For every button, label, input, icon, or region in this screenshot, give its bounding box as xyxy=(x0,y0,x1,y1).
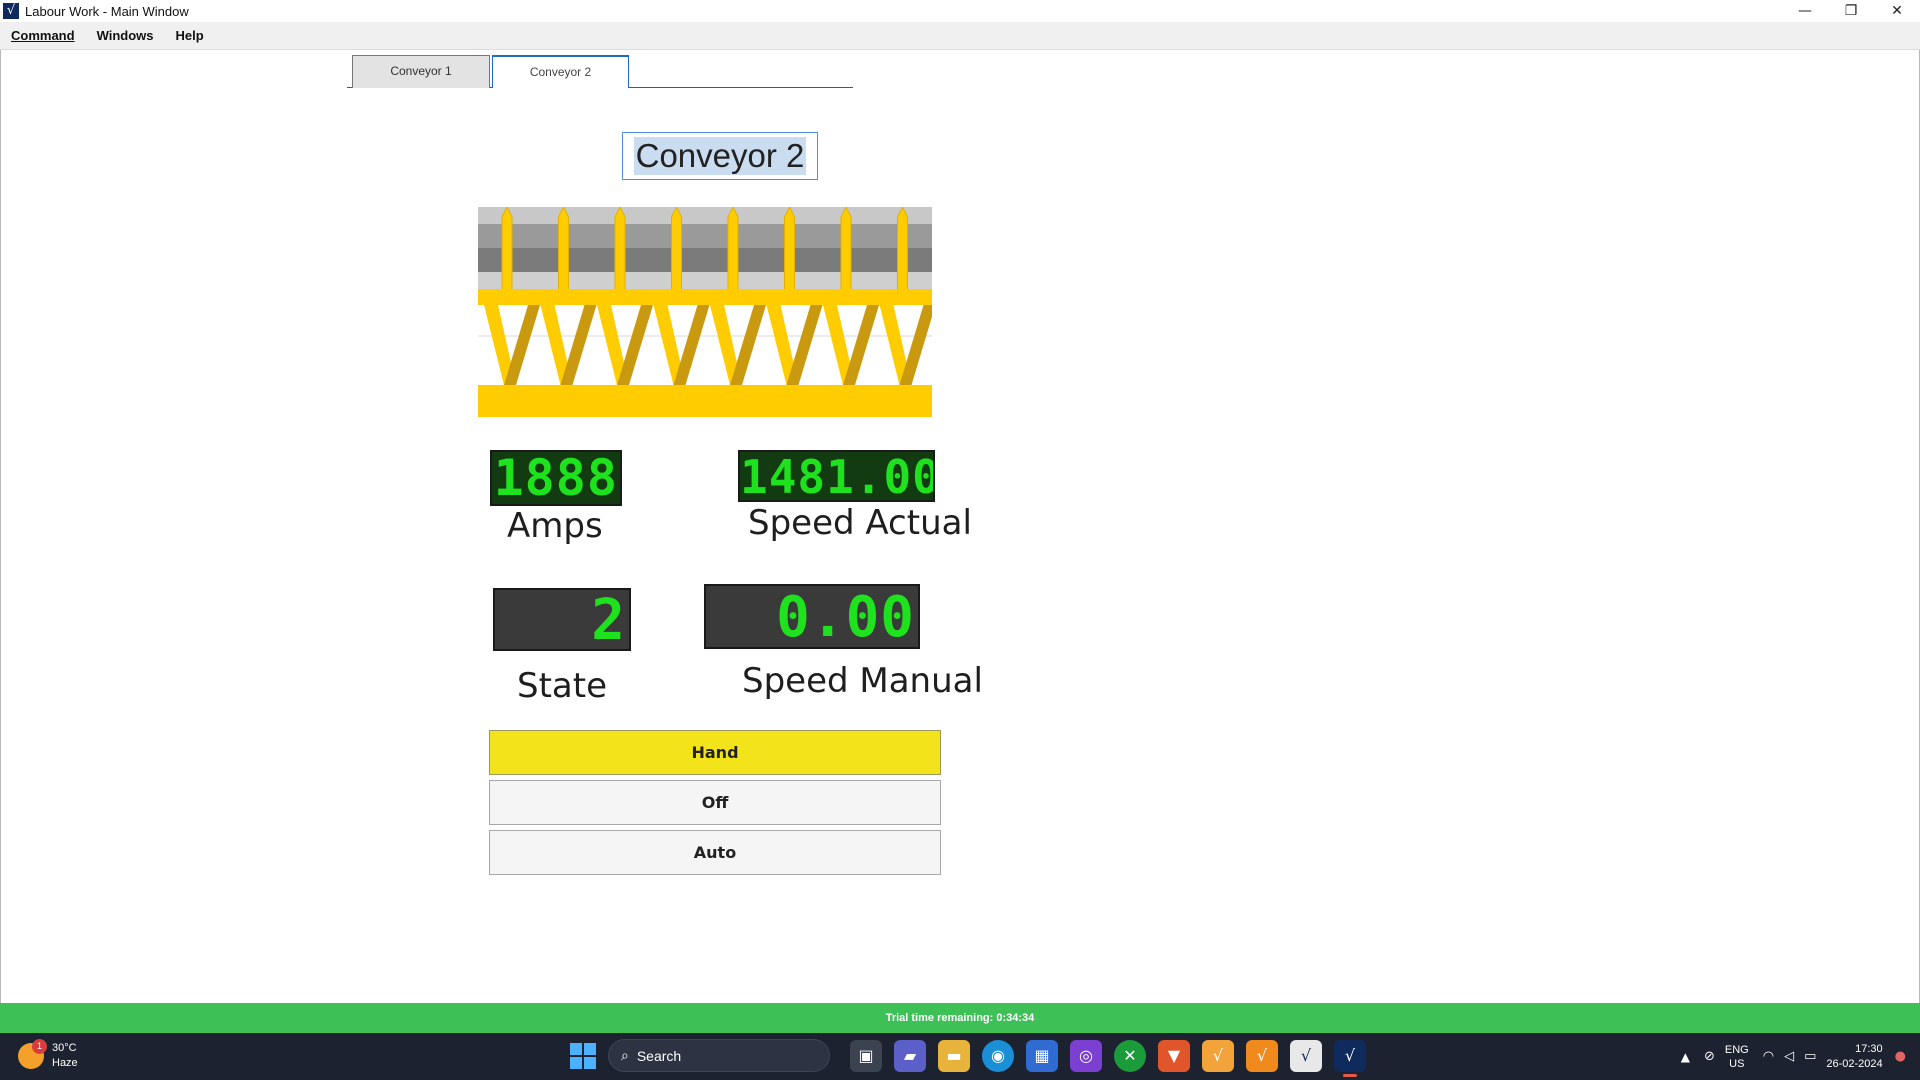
conveyor-strut xyxy=(843,305,879,385)
conveyor-pin xyxy=(897,207,908,292)
clock-time: 17:30 xyxy=(1855,1042,1883,1055)
conveyor-strut xyxy=(504,305,540,385)
lang-region: US xyxy=(1729,1057,1745,1070)
conveyor-strut xyxy=(673,305,710,385)
clock[interactable]: 17:30 26-02-2024 xyxy=(1826,1042,1882,1072)
window-title: Labour Work - Main Window xyxy=(25,3,189,19)
store-icon[interactable]: ▦ xyxy=(1026,1039,1058,1072)
search-label: Search xyxy=(636,1047,682,1064)
weather-badge: 1 xyxy=(32,1039,47,1054)
speed-manual-display[interactable]: 0.00 xyxy=(704,584,920,649)
conveyor-pin xyxy=(614,207,626,292)
state-display: 2 xyxy=(493,588,631,651)
conveyor-strut xyxy=(560,305,597,385)
state-label: State xyxy=(517,666,607,706)
menu-help[interactable]: Help xyxy=(176,28,204,43)
restore-button[interactable]: ❐ xyxy=(1828,0,1874,22)
conveyor-rail-low xyxy=(478,248,932,272)
brave-icon[interactable]: ▼ xyxy=(1158,1039,1190,1072)
taskbar-center: ⌕ Search ▣ ▰ ▬ ◉ ▦ ◎ ✕ ▼ √ √ √ √ xyxy=(570,1039,1372,1077)
conveyor-pin xyxy=(671,207,682,292)
start-button[interactable] xyxy=(570,1042,596,1069)
labour-work-active-icon[interactable]: √ xyxy=(1334,1039,1366,1077)
conveyor-graphic xyxy=(478,207,932,417)
battery-icon[interactable]: ▭ xyxy=(1804,1049,1816,1064)
taskbar-search[interactable]: ⌕ Search xyxy=(608,1039,830,1072)
wifi-icon[interactable]: ◠ xyxy=(1763,1049,1774,1064)
labour-work-white-icon[interactable]: √ xyxy=(1290,1039,1322,1072)
clock-date: 26-02-2024 xyxy=(1826,1057,1883,1070)
minimize-button[interactable]: — xyxy=(1782,0,1828,22)
conveyor-rail-top xyxy=(478,207,932,224)
conveyor-pin xyxy=(727,207,739,292)
weather-condition: Haze xyxy=(52,1057,78,1069)
close-button[interactable]: ✕ xyxy=(1874,0,1920,22)
menubar: Command Windows Help xyxy=(0,22,1920,50)
window-controls: — ❐ ✕ xyxy=(1782,0,1920,22)
labour-work-orange-icon[interactable]: √ xyxy=(1246,1039,1278,1072)
weather-sun-icon: 1 xyxy=(18,1039,47,1069)
trial-banner: Trial time remaining: 0:34:34 xyxy=(0,1003,1920,1033)
conveyor-pin xyxy=(501,207,513,292)
edge-icon[interactable]: ◉ xyxy=(982,1039,1014,1072)
hand-button[interactable]: Hand xyxy=(489,730,941,775)
amps-display: 1888 xyxy=(490,450,622,506)
conveyor-strut xyxy=(730,305,766,385)
speed-actual-display: 1481.00 xyxy=(738,450,935,502)
conveyor-pin xyxy=(784,207,795,292)
tab-conveyor-1[interactable]: Conveyor 1 xyxy=(352,55,490,88)
conveyor-base-beam xyxy=(478,385,932,417)
amps-label: Amps xyxy=(507,506,603,546)
conveyor-struts xyxy=(484,305,932,385)
conveyor-strut xyxy=(899,305,932,385)
system-tray: ▲ ⊘ ENG US ◠ ◁ ▭ 17:30 26-02-2024 ● xyxy=(1681,1033,1920,1080)
notification-bell-icon[interactable]: ● xyxy=(1895,1049,1906,1064)
language-indicator[interactable]: ENG US xyxy=(1725,1043,1749,1071)
xbox-icon[interactable]: ✕ xyxy=(1114,1039,1146,1072)
conveyor-upper-beam xyxy=(478,289,932,305)
conveyor-name-field[interactable]: Conveyor 2 xyxy=(622,132,818,180)
conveyor-rail-bottom xyxy=(478,272,932,290)
off-button[interactable]: Off xyxy=(489,780,941,825)
teams-icon[interactable]: ▰ xyxy=(894,1039,926,1072)
network-off-icon[interactable]: ⊘ xyxy=(1704,1049,1715,1064)
labour-work-alt-icon[interactable]: √ xyxy=(1202,1039,1234,1072)
search-icon: ⌕ xyxy=(621,1047,629,1064)
conveyor-rail-mid xyxy=(478,224,932,248)
assistant-icon[interactable]: ◎ xyxy=(1070,1039,1102,1072)
window-titlebar: √ Labour Work - Main Window — ❐ ✕ xyxy=(0,0,1920,22)
auto-button[interactable]: Auto xyxy=(489,830,941,875)
speed-actual-label: Speed Actual xyxy=(748,503,972,543)
taskbar: 1 30°C Haze ⌕ Search ▣ ▰ ▬ ◉ ▦ ◎ ✕ ▼ √ √… xyxy=(0,1033,1920,1080)
weather-temp: 30°C xyxy=(52,1042,77,1054)
app-icon: √ xyxy=(3,3,19,19)
menu-windows[interactable]: Windows xyxy=(97,28,154,43)
file-explorer-icon[interactable]: ▬ xyxy=(938,1039,970,1072)
windows-logo-icon xyxy=(570,1042,582,1055)
conveyor-strut xyxy=(786,305,823,385)
volume-icon[interactable]: ◁ xyxy=(1784,1049,1794,1064)
conveyor-name-text: Conveyor 2 xyxy=(633,137,807,175)
conveyor-pin xyxy=(558,207,569,292)
menu-command[interactable]: Command xyxy=(11,28,75,43)
speed-manual-label: Speed Manual xyxy=(742,661,983,701)
lang-code: ENG xyxy=(1724,1043,1749,1056)
conveyor-pin xyxy=(840,207,852,292)
weather-text: 30°C Haze xyxy=(52,1041,78,1071)
task-view-icon[interactable]: ▣ xyxy=(850,1039,882,1072)
chevron-up-icon[interactable]: ▲ xyxy=(1681,1050,1690,1064)
tab-conveyor-2[interactable]: Conveyor 2 xyxy=(492,55,629,88)
weather-widget[interactable]: 1 30°C Haze xyxy=(18,1039,78,1071)
conveyor-strut xyxy=(617,305,653,385)
